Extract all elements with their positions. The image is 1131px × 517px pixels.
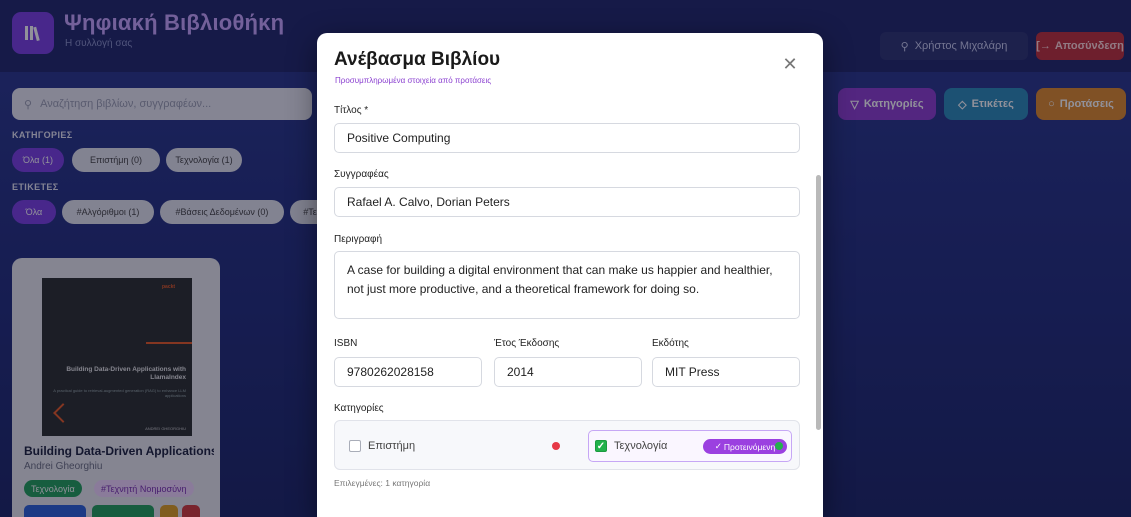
category-color-dot (552, 442, 560, 450)
publisher-label: Εκδότης (652, 338, 689, 349)
suggested-badge-label: Προτεινόμενη (723, 441, 776, 452)
publisher-input[interactable]: MIT Press (652, 357, 800, 387)
year-input[interactable]: 2014 (494, 357, 642, 387)
title-label: Τίτλος * (334, 105, 369, 116)
modal-subtitle: Προσυμπληρωμένα στοιχεία από προτάσεις (335, 76, 492, 85)
category-option-label: Επιστήμη (368, 440, 416, 452)
isbn-label: ISBN (334, 338, 358, 349)
description-label: Περιγραφή (334, 234, 383, 245)
category-color-dot (775, 442, 783, 450)
year-label: Έτος Έκδοσης (494, 338, 560, 349)
checkbox-checked-icon[interactable]: ✓ (595, 440, 607, 452)
modal-title: Ανέβασμα Βιβλίου (334, 49, 501, 70)
categories-selector: Επιστήμη ✓ Τεχνολογία ✓ Προτεινόμενη (334, 420, 800, 470)
upload-book-modal: Ανέβασμα Βιβλίου Προσυμπληρωμένα στοιχεί… (317, 33, 823, 517)
author-label: Συγγραφέας (334, 169, 389, 180)
categories-label: Κατηγορίες (334, 403, 384, 414)
isbn-input[interactable]: 9780262028158 (334, 357, 482, 387)
close-icon[interactable]: ✕ (781, 54, 799, 74)
description-textarea[interactable]: A case for building a digital environmen… (334, 251, 800, 319)
title-input[interactable]: Positive Computing (334, 123, 800, 153)
author-input[interactable]: Rafael A. Calvo, Dorian Peters (334, 187, 800, 217)
selected-categories-count: Επιλεγμένες: 1 κατηγορία (334, 478, 431, 488)
category-option-science[interactable]: Επιστήμη (349, 432, 415, 460)
category-option-label: Τεχνολογία (614, 440, 668, 452)
checkbox-unchecked-icon[interactable] (349, 440, 361, 452)
category-option-technology[interactable]: ✓ Τεχνολογία ✓ Προτεινόμενη (588, 430, 792, 462)
modal-scrollbar[interactable] (816, 175, 821, 430)
check-icon: ✓ (714, 441, 722, 451)
